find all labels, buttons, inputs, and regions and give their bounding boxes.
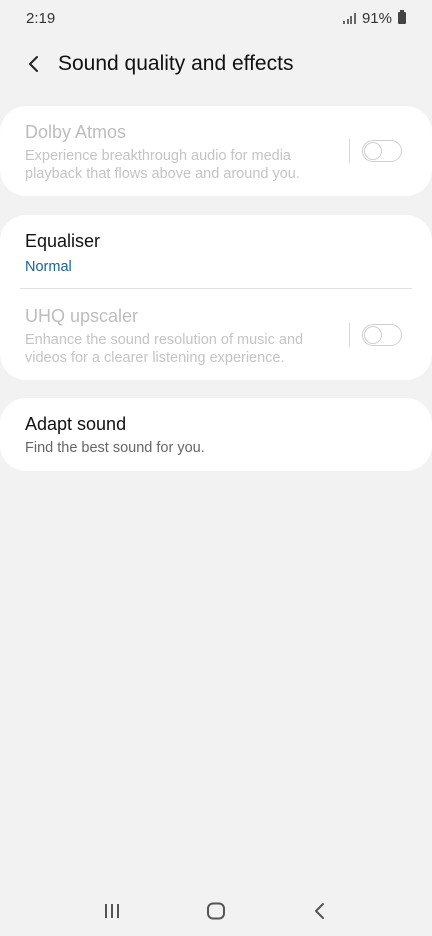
battery-icon (398, 10, 406, 24)
status-bar: 2:19 91% (0, 0, 432, 36)
uhq-switch-area (349, 323, 402, 347)
home-button[interactable] (196, 891, 236, 931)
navigation-bar (0, 886, 432, 936)
chevron-left-icon (29, 56, 38, 72)
switch-divider (349, 323, 350, 347)
recent-apps-icon (105, 904, 119, 918)
equaliser-row[interactable]: Equaliser Normal (0, 215, 432, 288)
recent-apps-button[interactable] (92, 891, 132, 931)
status-time: 2:19 (26, 9, 56, 27)
uhq-upscaler-toggle[interactable] (362, 324, 402, 346)
toggle-knob (363, 141, 382, 160)
adapt-sound-title: Adapt sound (25, 414, 127, 434)
equaliser-value: Normal (25, 259, 72, 275)
equaliser-title: Equaliser (25, 231, 101, 251)
uhq-upscaler-row[interactable]: UHQ upscaler Enhance the sound resolutio… (0, 289, 432, 367)
adapt-sound-row[interactable]: Adapt sound Find the best sound for you. (0, 398, 432, 457)
dolby-switch-area (349, 139, 402, 163)
signal-icon (343, 12, 356, 24)
page-title: Sound quality and effects (58, 52, 294, 75)
adapt-sound-card: Adapt sound Find the best sound for you. (0, 398, 432, 471)
dolby-atmos-description: Experience breakthrough audio for media … (25, 148, 300, 182)
dolby-card: Dolby Atmos Experience breakthrough audi… (0, 106, 432, 196)
home-icon (207, 902, 225, 920)
dolby-atmos-toggle[interactable] (362, 140, 402, 162)
back-button[interactable] (14, 44, 54, 84)
app-header: Sound quality and effects (0, 44, 432, 84)
back-icon (315, 903, 324, 919)
uhq-upscaler-description: Enhance the sound resolution of music an… (25, 332, 304, 366)
toggle-knob (363, 325, 382, 344)
battery-percent: 91% (361, 9, 392, 27)
equaliser-card: Equaliser Normal UHQ upscaler Enhance th… (0, 215, 432, 380)
status-indicators: 91% (343, 10, 406, 27)
dolby-atmos-row[interactable]: Dolby Atmos Experience breakthrough audi… (0, 106, 432, 183)
nav-back-button[interactable] (300, 891, 340, 931)
switch-divider (349, 139, 350, 163)
adapt-sound-description: Find the best sound for you. (25, 440, 205, 456)
